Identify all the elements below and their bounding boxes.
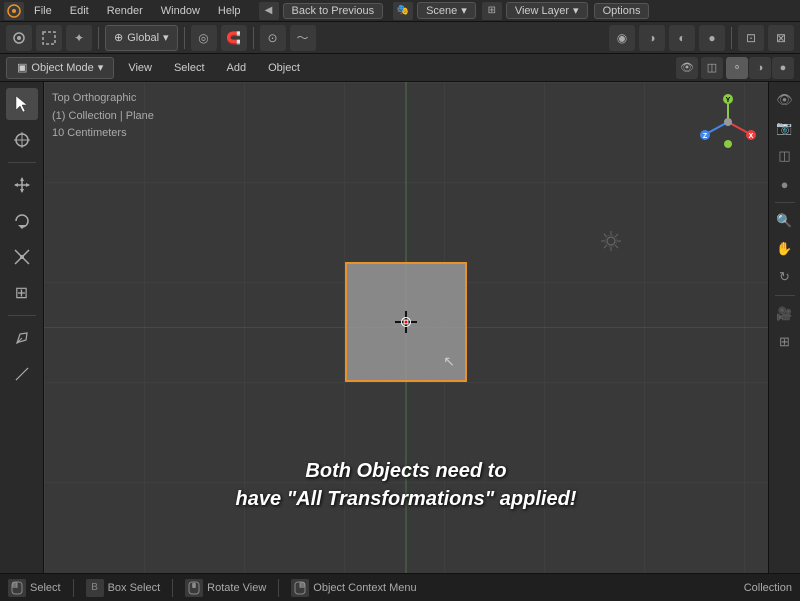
svg-text:Y: Y	[726, 97, 731, 104]
box-select-status-item[interactable]: B Box Select	[86, 579, 161, 597]
graph-icon[interactable]: 〜	[290, 25, 316, 51]
message-line-1: Both Objects need to	[236, 457, 577, 485]
layers-icon: ⊞	[482, 2, 502, 20]
menu-help[interactable]: Help	[210, 3, 249, 19]
mode-toolbar: ▣ Object Mode ▾ View Select Add Object 👁…	[0, 54, 800, 82]
blender-logo[interactable]	[4, 2, 24, 20]
viewport-shading-icon[interactable]: ●	[773, 172, 797, 196]
viewport-label-2: (1) Collection | Plane	[52, 108, 154, 126]
collection-status: Collection	[744, 582, 792, 594]
snap-icon[interactable]	[6, 25, 32, 51]
left-sidebar: ⊞	[0, 82, 44, 573]
transform-tool-btn[interactable]: ⊞	[6, 277, 38, 309]
transform-orientation-selector[interactable]: ⊕ Global ▾	[105, 25, 178, 51]
object-context-status-item[interactable]: Object Context Menu	[291, 579, 416, 597]
light-icon	[599, 229, 623, 259]
view-menu[interactable]: View	[120, 57, 160, 79]
overlay-toggle[interactable]: ⊡	[738, 25, 764, 51]
rotate-tool-btn[interactable]	[6, 205, 38, 237]
viewport-label-3: 10 Centimeters	[52, 125, 154, 143]
message-line-2: have "All Transformations" applied!	[236, 485, 577, 513]
annotate-tool-btn[interactable]	[6, 322, 38, 354]
viewport-render-icon[interactable]: 👁	[676, 57, 698, 79]
material-shade-icon[interactable]: ◑	[749, 57, 771, 79]
lmb-icon	[8, 579, 26, 597]
scale-tool-btn[interactable]	[6, 241, 38, 273]
svg-text:Z: Z	[703, 133, 708, 140]
add-menu[interactable]: Add	[219, 57, 255, 79]
selected-plane: ↖	[345, 262, 467, 382]
proportional-edit-icon[interactable]: ⊙	[260, 25, 286, 51]
select-status-item[interactable]: Select	[8, 579, 61, 597]
message-overlay: Both Objects need to have "All Transform…	[236, 457, 577, 513]
grid-overlay-icon[interactable]: ⊞	[773, 330, 797, 354]
select-label: Select	[30, 582, 61, 594]
options-button[interactable]: Options	[594, 3, 650, 19]
menu-edit[interactable]: Edit	[62, 3, 97, 19]
zoom-in-icon[interactable]: 🔍	[773, 209, 797, 233]
box-select-label: Box Select	[108, 582, 161, 594]
status-bar: Select B Box Select Rotate View Object C…	[0, 573, 800, 601]
menu-render[interactable]: Render	[99, 3, 151, 19]
xray-toggle[interactable]: ⊠	[768, 25, 794, 51]
solid-shade-icon[interactable]: ⚬	[726, 57, 748, 79]
viewport-shade-4[interactable]: ●	[699, 25, 725, 51]
right-sidebar: 👁 📷 ◫ ● 🔍 ✋ ↻ 🎥 ⊞	[768, 82, 800, 573]
transform-orientation-icon: ⊕	[114, 31, 123, 44]
viewport[interactable]: Top Orthographic (1) Collection | Plane …	[44, 82, 768, 573]
object-menu[interactable]: Object	[260, 57, 308, 79]
select-box-icon[interactable]	[36, 25, 62, 51]
viewport-info: Top Orthographic (1) Collection | Plane …	[52, 90, 154, 143]
top-menu-bar: File Edit Render Window Help ◀ Back to P…	[0, 0, 800, 22]
back-arrow-icon[interactable]: ◀	[259, 2, 279, 20]
viewport-overlay-icon[interactable]: ◫	[701, 57, 723, 79]
select-menu[interactable]: Select	[166, 57, 213, 79]
viewport-shade-3[interactable]: ◐	[669, 25, 695, 51]
menu-file[interactable]: File	[26, 3, 60, 19]
scene-selector[interactable]: Scene ▾	[417, 2, 476, 19]
viewport-overlay-icon[interactable]: ◫	[773, 144, 797, 168]
svg-text:X: X	[749, 133, 754, 140]
scene-icon: 🎭	[393, 2, 413, 20]
viewport-eye-icon[interactable]: 👁	[773, 88, 797, 112]
mmb-icon	[185, 579, 203, 597]
viewport-camera-icon[interactable]: 📷	[773, 116, 797, 140]
snapping-icon[interactable]: 🧲	[221, 25, 247, 51]
menu-window[interactable]: Window	[153, 3, 208, 19]
pivot-icon[interactable]: ◎	[191, 25, 217, 51]
move-tool-btn[interactable]	[6, 169, 38, 201]
nav-gizmo[interactable]: Y X Z	[698, 92, 758, 152]
measure-tool-btn[interactable]	[6, 358, 38, 390]
rmb-icon	[291, 579, 309, 597]
object-context-label: Object Context Menu	[313, 582, 416, 594]
viewport-label-1: Top Orthographic	[52, 90, 154, 108]
camera-view-icon[interactable]: 🎥	[773, 302, 797, 326]
rotate-view-status-item[interactable]: Rotate View	[185, 579, 266, 597]
viewport-shade-2[interactable]: ◑	[639, 25, 665, 51]
main-area: ⊞	[0, 82, 800, 573]
viewport-shade-1[interactable]: ◉	[609, 25, 635, 51]
pan-icon[interactable]: ✋	[773, 237, 797, 261]
select-tool-btn[interactable]	[6, 88, 38, 120]
rotate-view-label: Rotate View	[207, 582, 266, 594]
object-mode-icon: ▣	[17, 61, 27, 74]
back-to-previous-btn[interactable]: Back to Previous	[283, 3, 384, 19]
b-key-icon: B	[86, 579, 104, 597]
lasso-icon[interactable]: ✦	[66, 25, 92, 51]
object-mode-selector[interactable]: ▣ Object Mode ▾	[6, 57, 114, 79]
view-layer-selector[interactable]: View Layer ▾	[506, 2, 588, 19]
orbit-icon[interactable]: ↻	[773, 265, 797, 289]
render-shade-icon[interactable]: ●	[772, 57, 794, 79]
toolbar-2: ✦ ⊕ Global ▾ ◎ 🧲 ⊙ 〜 ◉ ◑ ◐ ● ⊡ ⊠	[0, 22, 800, 54]
cursor-tool-btn[interactable]	[6, 124, 38, 156]
